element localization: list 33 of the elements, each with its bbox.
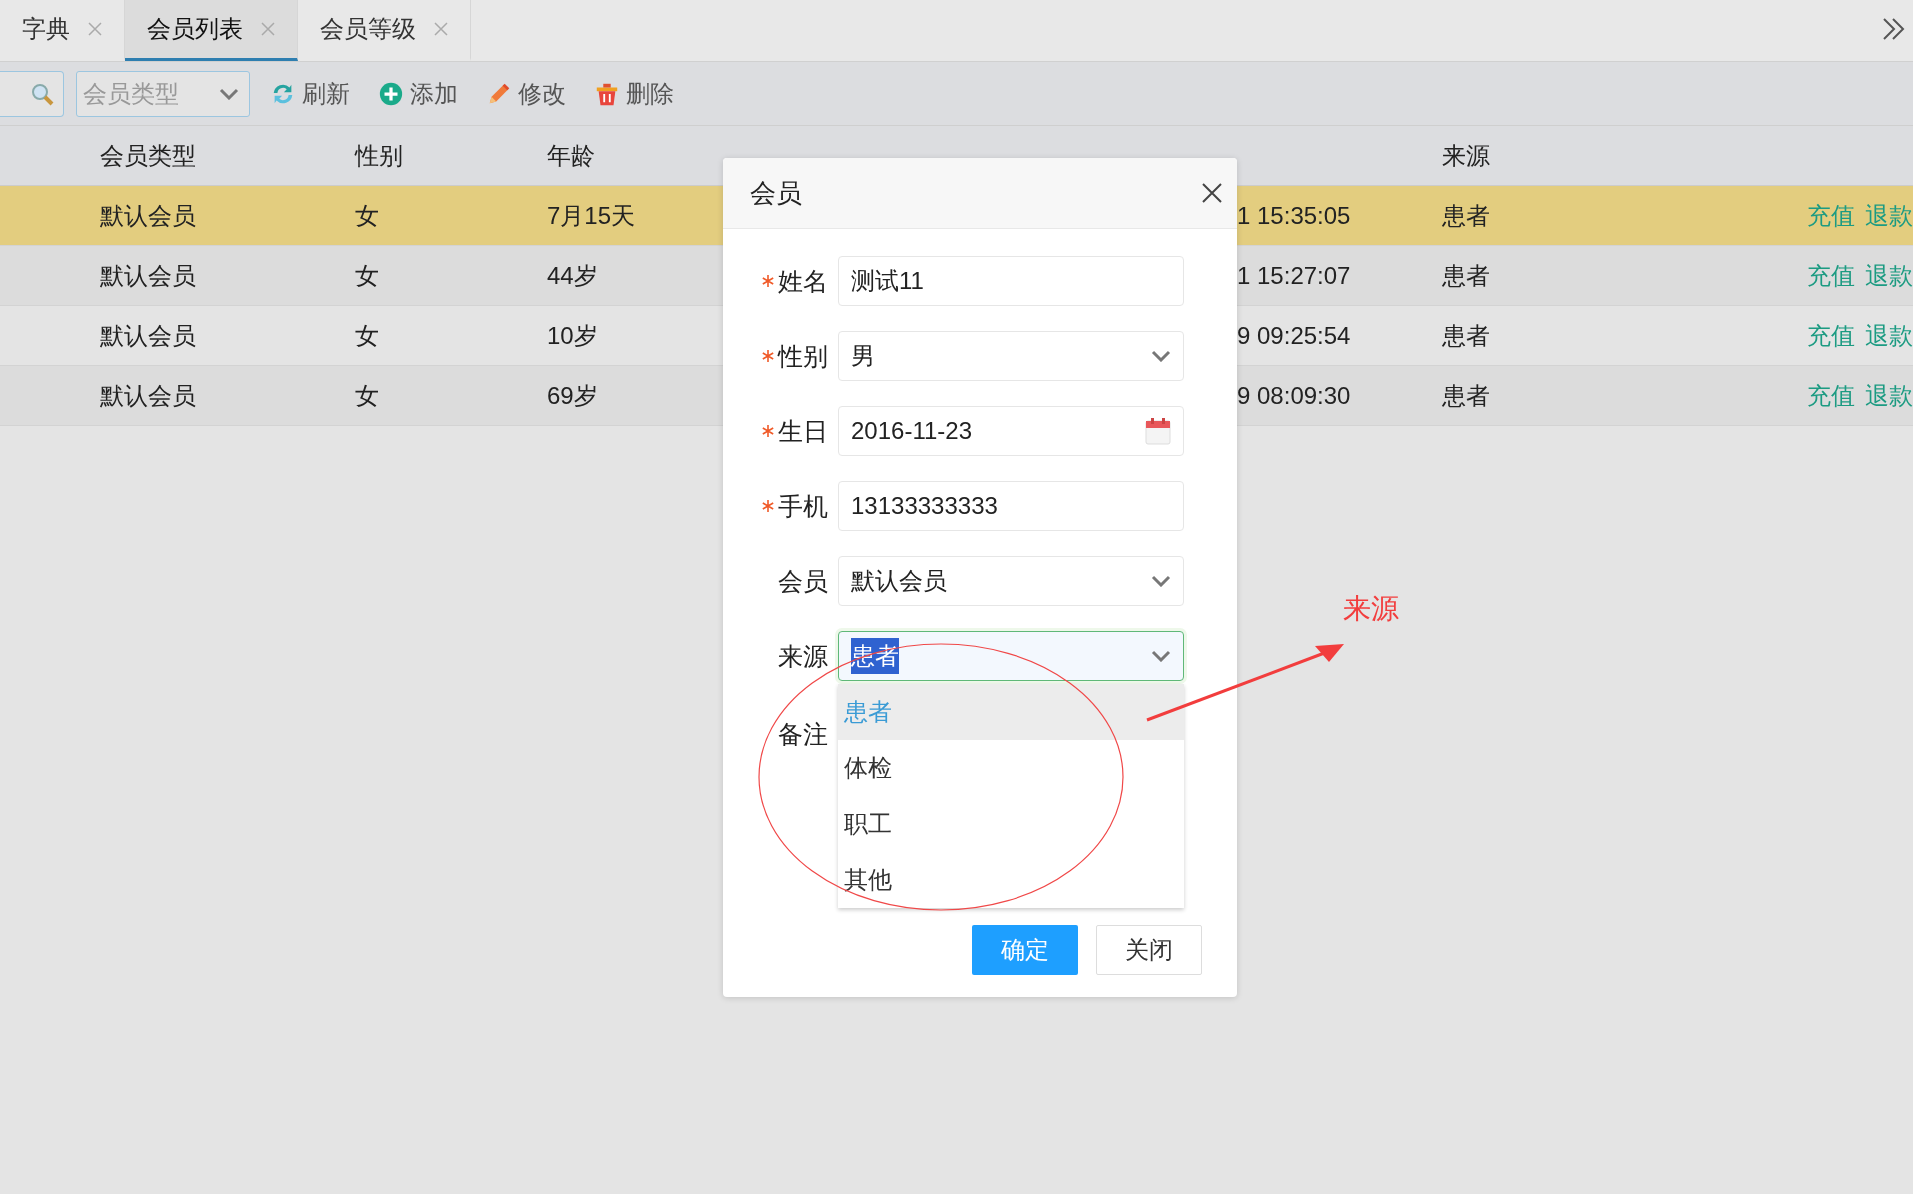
table-cell: 9 09:25:54 (1237, 321, 1351, 349)
table-cell: 69岁 (547, 381, 598, 409)
column-header: 来源 (1442, 141, 1490, 169)
table-cell: 患者 (1442, 321, 1490, 349)
table-cell: 默认会员 (100, 261, 196, 289)
table-cell: 默认会员 (100, 201, 196, 229)
table-cell: 7月15天 (547, 201, 636, 229)
annotation-label: 来源 (1343, 592, 1399, 626)
field-label: 会员 (778, 565, 828, 597)
field-label: 备注 (778, 719, 828, 750)
dialog-title: 会员 (750, 176, 802, 210)
column-header: 会员类型 (100, 141, 196, 169)
table-cell: 10岁 (547, 321, 598, 349)
field-label: 姓名 (778, 265, 828, 297)
table-cell: 患者 (1442, 261, 1490, 289)
table-cell: 患者 (1442, 201, 1490, 229)
column-header: 性别 (355, 141, 403, 169)
table-cell: 女 (355, 261, 379, 289)
field-label: 性别 (778, 340, 828, 372)
field-label: 来源 (778, 640, 828, 672)
table-cell: 9 08:09:30 (1237, 381, 1351, 409)
table-cell: 1 15:35:05 (1237, 201, 1351, 229)
table-cell: 默认会员 (100, 321, 196, 349)
table-cell: 默认会员 (100, 381, 196, 409)
table-cell: 44岁 (547, 261, 598, 289)
field-label: 生日 (778, 415, 828, 447)
table-cell: 女 (355, 201, 379, 229)
table-cell: 患者 (1442, 381, 1490, 409)
table-cell: 女 (355, 321, 379, 349)
field-label: 手机 (778, 490, 828, 522)
column-header: 年龄 (547, 141, 595, 169)
table-cell: 1 15:27:07 (1237, 261, 1351, 289)
table-cell: 女 (355, 381, 379, 409)
